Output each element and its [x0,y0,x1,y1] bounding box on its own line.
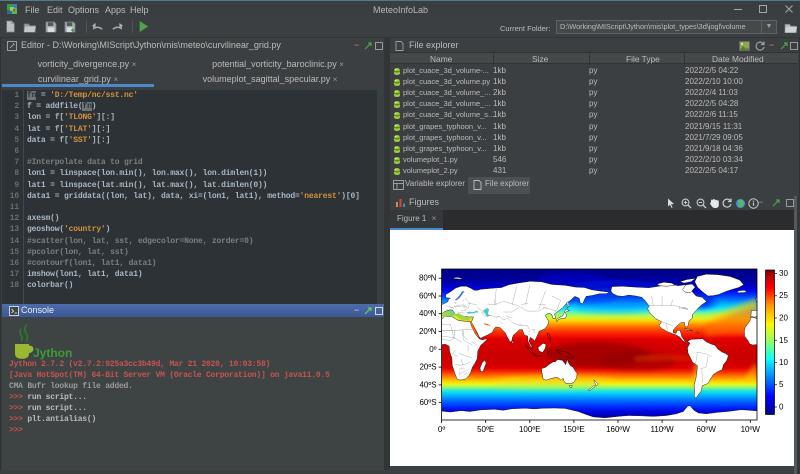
svg-text:20ºS: 20ºS [419,363,436,372]
svg-text:60ºW: 60ºW [697,425,717,434]
svg-text:0º: 0º [429,345,436,354]
svg-text:25: 25 [779,291,788,300]
svg-text:10ºW: 10ºW [741,425,761,434]
svg-text:0: 0 [779,403,784,412]
svg-text:20ºN: 20ºN [419,327,437,336]
svg-text:30: 30 [779,269,788,278]
svg-text:160ºW: 160ºW [606,425,630,434]
svg-text:150ºE: 150ºE [563,425,585,434]
svg-text:80ºN: 80ºN [419,274,437,283]
svg-text:15: 15 [779,336,788,345]
svg-text:10: 10 [779,358,788,367]
svg-text:5: 5 [779,380,784,389]
svg-text:40ºN: 40ºN [419,309,437,318]
svg-text:0º: 0º [438,425,445,434]
svg-text:60ºN: 60ºN [419,292,437,301]
svg-text:20: 20 [779,314,788,323]
svg-text:100ºE: 100ºE [519,425,541,434]
svg-text:60ºS: 60ºS [419,398,436,407]
svg-text:40ºS: 40ºS [419,380,436,389]
svg-text:50ºE: 50ºE [477,425,494,434]
svg-text:110ºW: 110ºW [650,425,674,434]
